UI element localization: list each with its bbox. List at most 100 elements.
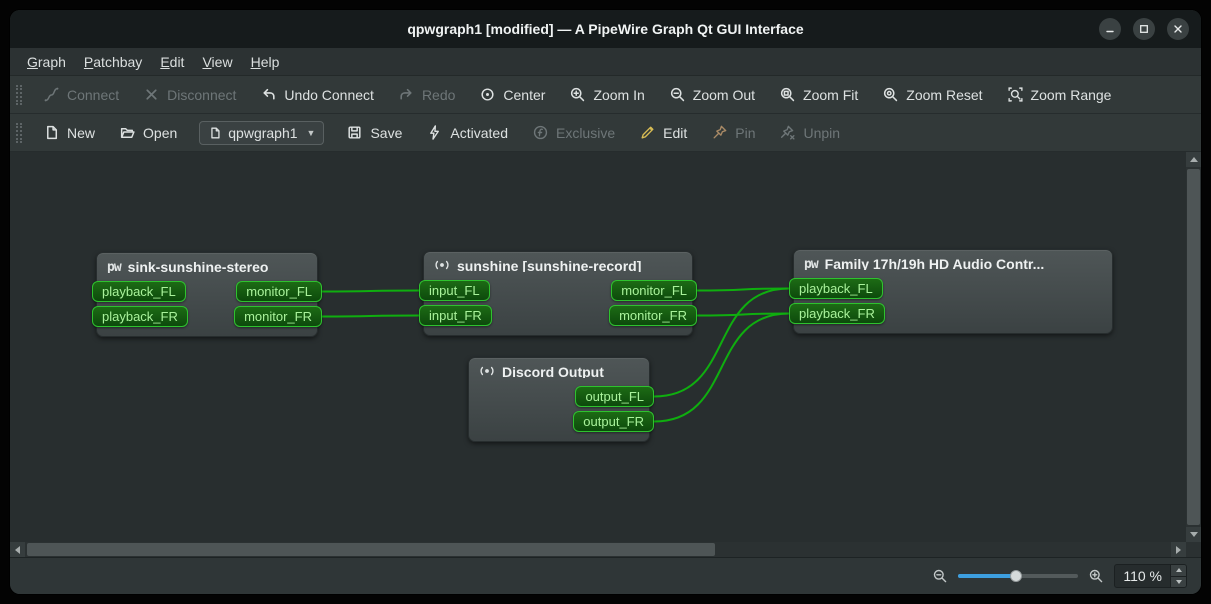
port-input-fr[interactable]: input_FR [419, 305, 492, 326]
node-title: sunshine [sunshine-record] [457, 258, 641, 272]
node-sink-sunshine-stereo[interactable]: pw sink-sunshine-stereo playback_FL play… [96, 252, 318, 337]
port-playback-fl[interactable]: playback_FL [92, 281, 186, 302]
scroll-down-button[interactable] [1186, 527, 1201, 542]
save-button[interactable]: Save [334, 118, 414, 147]
menu-view[interactable]: View [193, 51, 241, 73]
toolbar-button-label: Zoom Range [1031, 87, 1112, 103]
zoom-spin-down-button[interactable] [1171, 576, 1186, 588]
toolbar-button-label: Activated [450, 125, 508, 141]
connection-wires [10, 152, 1186, 542]
port-playback-fr[interactable]: playback_FR [789, 303, 885, 324]
menu-label: atchbay [93, 54, 142, 70]
menu-label: H [251, 54, 261, 70]
port-output-fl[interactable]: output_FL [575, 386, 654, 407]
node-sunshine[interactable]: sunshine [sunshine-record] input_FL inpu… [423, 251, 693, 336]
zoom-value[interactable]: 110 % [1115, 565, 1170, 587]
toolbar-button-label: Zoom Reset [906, 87, 982, 103]
menu-label: raph [38, 54, 66, 70]
toolbar-button-label: Zoom Out [693, 87, 755, 103]
pin-icon [711, 124, 728, 141]
patchbay-select-value: qpwgraph1 [228, 125, 297, 141]
port-monitor-fl[interactable]: monitor_FL [236, 281, 322, 302]
close-button[interactable] [1167, 18, 1189, 40]
menu-edit[interactable]: Edit [151, 51, 193, 73]
node-ports: playback_FL playback_FR [794, 278, 1112, 333]
zoom-reset-button[interactable]: Zoom Reset [870, 80, 994, 109]
toolbar-button-label: Disconnect [167, 87, 236, 103]
zoom-fit-button[interactable]: Zoom Fit [767, 80, 870, 109]
graph-viewport[interactable]: pw sink-sunshine-stereo playback_FL play… [10, 152, 1186, 542]
center-button[interactable]: Center [467, 80, 557, 109]
arrow-down-icon [1190, 532, 1198, 537]
maximize-button[interactable] [1133, 18, 1155, 40]
disconnect-button: Disconnect [131, 80, 248, 109]
scrollbar-corner [1186, 542, 1201, 557]
zoom-slider-handle[interactable] [1010, 570, 1022, 582]
node-header: pw sink-sunshine-stereo [97, 253, 317, 273]
zoom-out-icon [669, 86, 686, 103]
scroll-left-button[interactable] [10, 542, 25, 557]
exclusive-button: Exclusive [520, 118, 627, 147]
horizontal-scrollbar-thumb[interactable] [27, 543, 715, 556]
zoom-out-button[interactable] [932, 568, 948, 584]
node-title: sink-sunshine-stereo [128, 259, 269, 273]
menu-label: G [27, 54, 38, 70]
zoom-in-button[interactable]: Zoom In [557, 80, 656, 109]
toolbar-button-label: Save [370, 125, 402, 141]
unpin-button: Unpin [767, 118, 852, 147]
port-monitor-fr[interactable]: monitor_FR [609, 305, 697, 326]
zoom-slider[interactable] [958, 568, 1078, 584]
toolbar-button-label: Exclusive [556, 125, 615, 141]
vertical-scrollbar-thumb[interactable] [1187, 169, 1200, 525]
open-button[interactable]: Open [107, 118, 189, 147]
toolbar-drag-handle[interactable] [16, 123, 22, 143]
port-monitor-fl[interactable]: monitor_FL [611, 280, 697, 301]
toolbar-button-label: Zoom Fit [803, 87, 858, 103]
redo-button: Redo [386, 80, 467, 109]
patchbay-select[interactable]: qpwgraph1 ▼ [199, 121, 324, 145]
zoom-spin-up-button[interactable] [1171, 565, 1186, 576]
toolbar-button-label: Connect [67, 87, 119, 103]
menu-label: V [202, 54, 211, 70]
port-input-fl[interactable]: input_FL [419, 280, 490, 301]
zoom-spinbox[interactable]: 110 % [1114, 564, 1187, 588]
toolbar-patchbay: New Open qpwgraph1 ▼ Save Activated [10, 114, 1201, 152]
minimize-button[interactable] [1099, 18, 1121, 40]
undo-connect-button[interactable]: Undo Connect [248, 80, 386, 109]
new-button[interactable]: New [31, 118, 107, 147]
menu-patchbay[interactable]: Patchbay [75, 51, 151, 73]
zoom-in-button[interactable] [1088, 568, 1104, 584]
connection-wire [322, 316, 419, 317]
horizontal-scrollbar[interactable] [10, 542, 1186, 557]
port-playback-fr[interactable]: playback_FR [92, 306, 188, 327]
scroll-up-button[interactable] [1186, 152, 1201, 167]
port-monitor-fr[interactable]: monitor_FR [234, 306, 322, 327]
node-ports: input_FL input_FR monitor_FL monitor_FR [424, 280, 692, 335]
graph-canvas[interactable]: pw sink-sunshine-stereo playback_FL play… [10, 152, 1201, 558]
zoom-range-button[interactable]: Zoom Range [995, 80, 1124, 109]
edit-button[interactable]: Edit [627, 118, 699, 147]
node-ports: playback_FL playback_FR monitor_FL monit… [97, 281, 317, 336]
exclusive-icon [532, 124, 549, 141]
menu-graph[interactable]: Graph [18, 51, 75, 73]
menu-help[interactable]: Help [242, 51, 289, 73]
scroll-right-button[interactable] [1171, 542, 1186, 557]
zoom-out-button[interactable]: Zoom Out [657, 80, 767, 109]
open-folder-icon [119, 124, 136, 141]
node-header: Discord Output [469, 358, 649, 378]
node-family-hd-audio[interactable]: pw Family 17h/19h HD Audio Contr... play… [793, 249, 1113, 334]
port-playback-fl[interactable]: playback_FL [789, 278, 883, 299]
arrow-up-icon [1176, 568, 1182, 572]
toolbar-button-label: Pin [735, 125, 755, 141]
zoom-fit-icon [779, 86, 796, 103]
toolbar-drag-handle[interactable] [16, 85, 22, 105]
arrow-down-icon [1176, 580, 1182, 584]
toolbar-button-label: Open [143, 125, 177, 141]
vertical-scrollbar[interactable] [1186, 152, 1201, 542]
node-discord-output[interactable]: Discord Output output_FL output_FR [468, 357, 650, 442]
port-output-fr[interactable]: output_FR [573, 411, 654, 432]
titlebar[interactable]: qpwgraph1 [modified] — A PipeWire Graph … [10, 10, 1201, 48]
activated-button[interactable]: Activated [414, 118, 520, 147]
toolbar-main: Connect Disconnect Undo Connect Redo Cen… [10, 76, 1201, 114]
chevron-down-icon: ▼ [307, 128, 316, 138]
